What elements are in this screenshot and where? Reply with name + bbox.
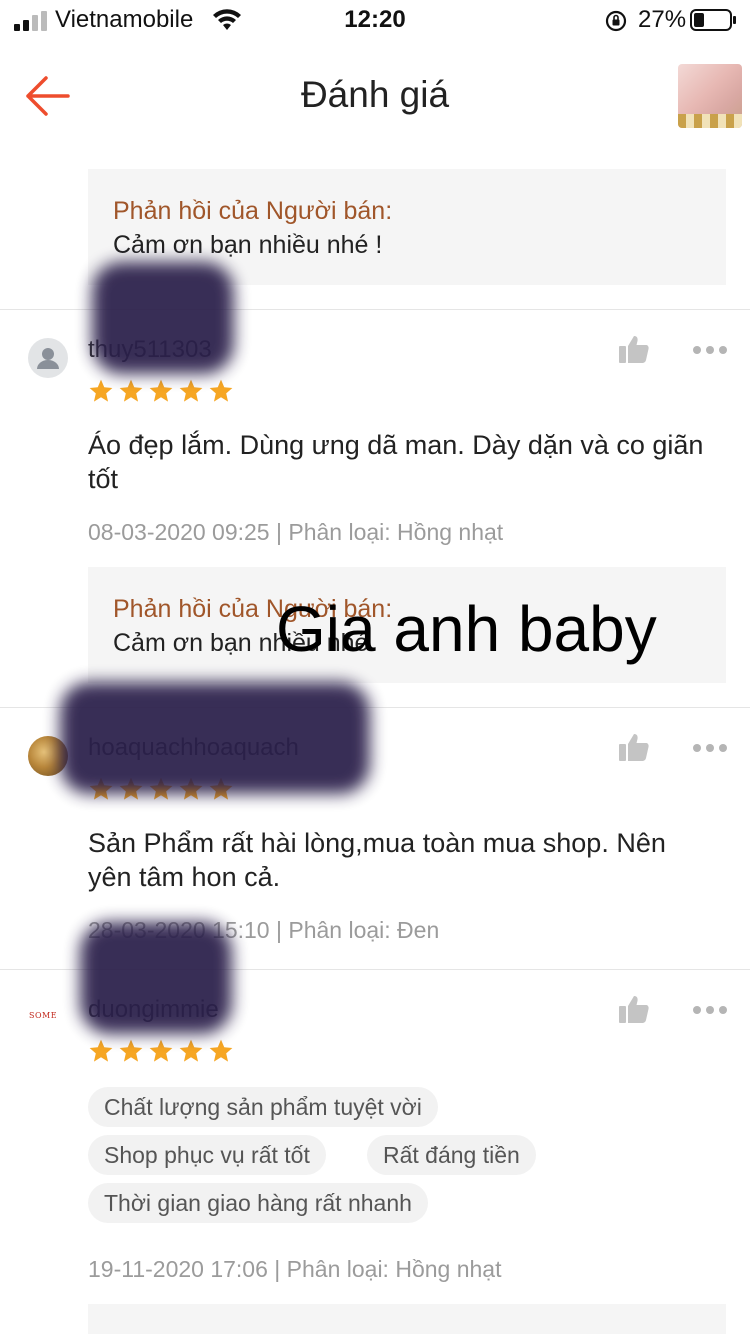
star-icon — [209, 379, 233, 402]
review-text: Sản Phẩm rất hài lòng,mua toàn mua shop.… — [88, 828, 666, 892]
battery-icon — [690, 9, 736, 31]
product-thumbnail[interactable] — [678, 64, 742, 128]
seller-reply-text: Cảm ơn bạn nhiều nhé ! — [113, 231, 383, 259]
thumbs-up-icon[interactable] — [618, 334, 650, 364]
star-icon — [119, 1039, 143, 1062]
privacy-blur — [92, 262, 234, 374]
review-text: Áo đẹp lắm. Dùng ưng dã man. Dày dặn và … — [88, 430, 704, 494]
user-avatar[interactable]: SOME — [28, 998, 68, 1038]
avatar-logo-text: SOME — [29, 1011, 58, 1020]
rating-stars — [88, 378, 234, 404]
thumbs-up-icon[interactable] — [618, 994, 650, 1024]
review-tag: Chất lượng sản phẩm tuyệt vời — [88, 1087, 438, 1127]
star-icon — [149, 379, 173, 402]
privacy-blur — [80, 922, 232, 1034]
star-icon — [179, 1039, 203, 1062]
more-options-icon[interactable] — [692, 344, 728, 356]
privacy-blur — [60, 682, 370, 794]
rating-stars — [88, 1038, 234, 1064]
star-icon — [89, 379, 113, 402]
user-avatar[interactable] — [28, 338, 68, 378]
more-options-icon[interactable] — [692, 742, 728, 754]
review-tag: Rất đáng tiền — [367, 1135, 536, 1175]
star-icon — [179, 379, 203, 402]
star-icon — [89, 1039, 113, 1062]
star-icon — [209, 1039, 233, 1062]
review-meta: 19-11-2020 17:06 | Phân loại: Hồng nhạt — [88, 1256, 502, 1282]
status-bar: Vietnamobile 12:20 27% — [0, 0, 750, 40]
orientation-lock-icon — [605, 10, 627, 32]
star-icon — [119, 379, 143, 402]
user-silhouette-icon — [37, 348, 59, 369]
more-options-icon[interactable] — [692, 1004, 728, 1016]
review-tag: Thời gian giao hàng rất nhanh — [88, 1183, 428, 1223]
watermark-text: Gia anh baby — [276, 593, 657, 665]
seller-reply-box — [88, 1304, 726, 1334]
review-tag: Shop phục vụ rất tốt — [88, 1135, 326, 1175]
battery-percentage: 27% — [638, 6, 687, 33]
review-meta: 08-03-2020 09:25 | Phân loại: Hồng nhạt — [88, 519, 504, 545]
page-title: Đánh giá — [300, 74, 450, 115]
seller-reply-title: Phản hồi của Người bán: — [113, 197, 393, 225]
thumbs-up-icon[interactable] — [618, 732, 650, 762]
product-thumbnail-stripe — [678, 114, 742, 128]
header-bar: Đánh giá — [0, 44, 750, 148]
star-icon — [149, 1039, 173, 1062]
